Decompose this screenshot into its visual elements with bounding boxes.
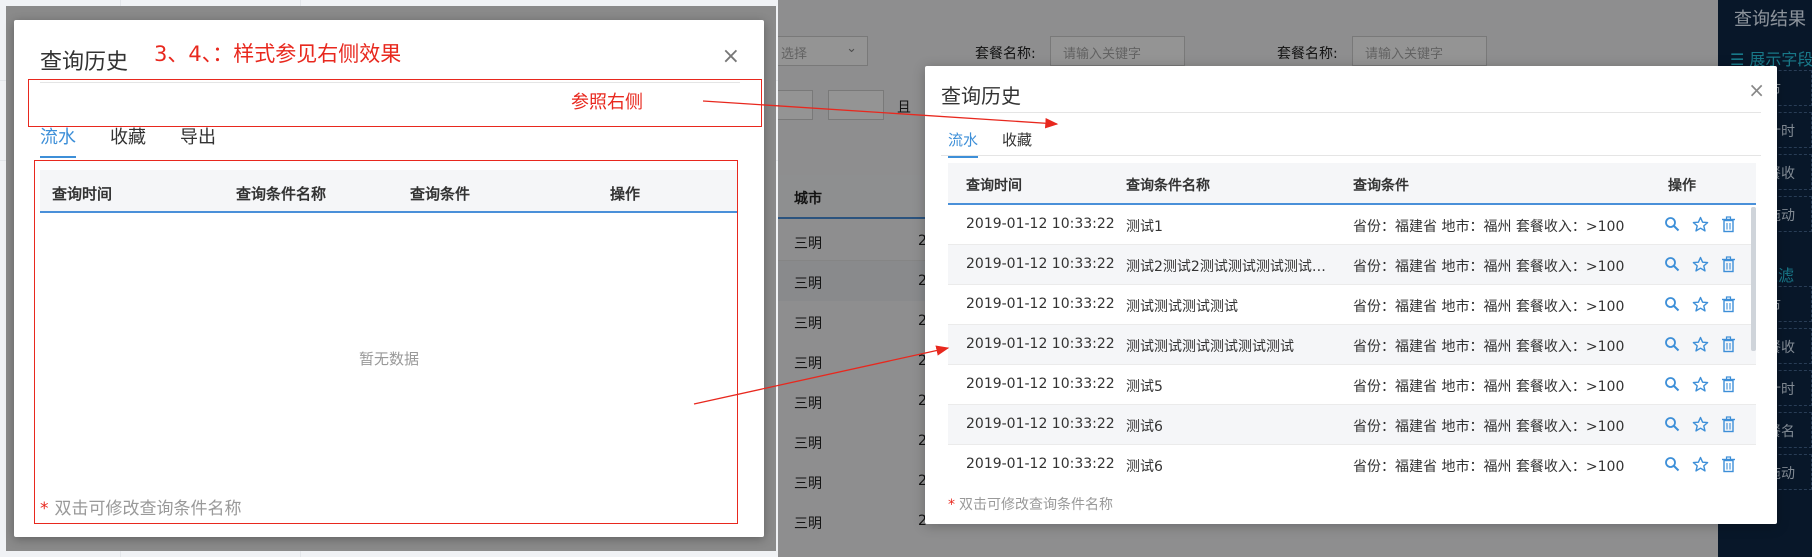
row-actions: [1663, 454, 1737, 474]
trash-icon[interactable]: [1719, 214, 1737, 234]
title-divider: [941, 112, 1761, 113]
trash-icon[interactable]: [1719, 374, 1737, 394]
cell-query-time: 2019-01-12 10:33:22: [966, 216, 1115, 232]
cell-query-name[interactable]: 测试测试测试测试: [1126, 296, 1336, 316]
tab-divider: [941, 155, 1761, 156]
table-row[interactable]: 2019-01-12 10:33:22 测试1 省份：福建省 地市：福州 套餐收入：…: [948, 205, 1756, 245]
row-actions: [1663, 414, 1737, 434]
scrollbar[interactable]: [1751, 207, 1756, 351]
star-icon[interactable]: [1691, 334, 1709, 354]
star-icon[interactable]: [1691, 294, 1709, 314]
cell-query-name[interactable]: 测试1: [1126, 216, 1336, 236]
table-row[interactable]: 2019-01-12 10:33:22 测试5 省份：福建省 地市：福州 套餐收入：…: [948, 365, 1756, 405]
tab-flow[interactable]: 流水: [948, 129, 979, 158]
cell-query-name[interactable]: 测试测试测试测试测试测试: [1126, 336, 1336, 356]
cell-query-time: 2019-01-12 10:33:22: [966, 256, 1115, 272]
annotation-box-table: [34, 160, 738, 524]
star-icon[interactable]: [1691, 374, 1709, 394]
close-icon[interactable]: ×: [722, 46, 740, 68]
search-icon[interactable]: [1663, 214, 1681, 234]
modal-title: 查询历史: [40, 50, 129, 75]
required-star: *: [948, 497, 955, 513]
column-header-actions: 操作: [1668, 178, 1696, 194]
cell-query-condition: 省份：福建省 地市：福州 套餐收入：>100: [1353, 339, 1625, 355]
table-row[interactable]: 2019-01-12 10:33:22 测试6 省份：福建省 地市：福州 套餐收入：…: [948, 445, 1756, 483]
row-actions: [1663, 374, 1737, 394]
star-icon[interactable]: [1691, 414, 1709, 434]
cell-query-time: 2019-01-12 10:33:22: [966, 416, 1115, 432]
cell-query-condition: 省份：福建省 地市：福州 套餐收入：>100: [1353, 259, 1625, 275]
table-row[interactable]: 2019-01-12 10:33:22 测试测试测试测试测试测试 省份：福建省 地市…: [948, 325, 1756, 365]
star-icon[interactable]: [1691, 214, 1709, 234]
history-table: 查询时间 查询条件名称 查询条件 操作 2019-01-12 10:33:22 测…: [948, 163, 1756, 483]
tab-export[interactable]: 导出: [180, 123, 216, 158]
cell-query-condition: 省份：福建省 地市：福州 套餐收入：>100: [1353, 219, 1625, 235]
cell-query-time: 2019-01-12 10:33:22: [966, 296, 1115, 312]
cell-query-name[interactable]: 测试2测试2测试测试测试测试测试: [1126, 256, 1336, 276]
search-icon[interactable]: [1663, 374, 1681, 394]
cell-query-time: 2019-01-12 10:33:22: [966, 336, 1115, 352]
left-mockup-pane: 查询历史 × 流水 收藏 导出 查询时间 查询条件名称 查询条件 操作 暂无数据…: [0, 0, 778, 557]
column-header-name: 查询条件名称: [1126, 178, 1210, 194]
trash-icon[interactable]: [1719, 454, 1737, 474]
screenshot-stage: 查询历史 × 流水 收藏 导出 查询时间 查询条件名称 查询条件 操作 暂无数据…: [0, 0, 1812, 557]
star-icon[interactable]: [1691, 254, 1709, 274]
search-icon[interactable]: [1663, 294, 1681, 314]
row-actions: [1663, 334, 1737, 354]
annotation-box-header: [28, 79, 762, 127]
tab-bar: 流水 收藏 导出: [40, 123, 216, 158]
trash-icon[interactable]: [1719, 334, 1737, 354]
search-icon[interactable]: [1663, 454, 1681, 474]
cell-query-condition: 省份：福建省 地市：福州 套餐收入：>100: [1353, 379, 1625, 395]
hint-text: 双击可修改查询条件名称: [959, 497, 1113, 513]
tab-flow[interactable]: 流水: [40, 123, 76, 158]
column-header-condition: 查询条件: [1353, 178, 1409, 194]
close-icon[interactable]: ×: [1748, 80, 1765, 100]
search-icon[interactable]: [1663, 254, 1681, 274]
tab-favorites[interactable]: 收藏: [110, 123, 146, 158]
cell-query-name[interactable]: 测试6: [1126, 416, 1336, 436]
search-icon[interactable]: [1663, 334, 1681, 354]
cell-query-time: 2019-01-12 10:33:22: [966, 376, 1115, 392]
tab-favorites[interactable]: 收藏: [1002, 129, 1032, 158]
cell-query-name[interactable]: 测试6: [1126, 456, 1336, 476]
table-row[interactable]: 2019-01-12 10:33:22 测试测试测试测试 省份：福建省 地市：福州 …: [948, 285, 1756, 325]
annotation-style-note: 3、4、：样式参见右侧效果: [154, 42, 402, 66]
edit-hint: * 双击可修改查询条件名称: [948, 494, 1113, 514]
query-history-modal: 查询历史 × 流水 收藏 查询时间 查询条件名称 查询条件 操作 2019-01…: [925, 66, 1777, 524]
cell-query-condition: 省份：福建省 地市：福州 套餐收入：>100: [1353, 419, 1625, 435]
trash-icon[interactable]: [1719, 294, 1737, 314]
row-actions: [1663, 254, 1737, 274]
table-header: 查询时间 查询条件名称 查询条件 操作: [948, 163, 1756, 205]
cell-query-condition: 省份：福建省 地市：福州 套餐收入：>100: [1353, 459, 1625, 475]
trash-icon[interactable]: [1719, 254, 1737, 274]
tab-bar: 流水 收藏: [948, 129, 1032, 158]
trash-icon[interactable]: [1719, 414, 1737, 434]
column-header-time: 查询时间: [966, 178, 1022, 194]
search-icon[interactable]: [1663, 414, 1681, 434]
table-row[interactable]: 2019-01-12 10:33:22 测试2测试2测试测试测试测试测试 省份：福建…: [948, 245, 1756, 285]
table-body[interactable]: 2019-01-12 10:33:22 测试1 省份：福建省 地市：福州 套餐收入：…: [948, 205, 1756, 483]
table-row[interactable]: 2019-01-12 10:33:22 测试6 省份：福建省 地市：福州 套餐收入：…: [948, 405, 1756, 445]
cell-query-condition: 省份：福建省 地市：福州 套餐收入：>100: [1353, 299, 1625, 315]
row-actions: [1663, 294, 1737, 314]
row-actions: [1663, 214, 1737, 234]
star-icon[interactable]: [1691, 454, 1709, 474]
cell-query-name[interactable]: 测试5: [1126, 376, 1336, 396]
cell-query-time: 2019-01-12 10:33:22: [966, 456, 1115, 472]
modal-title: 查询历史: [941, 84, 1021, 108]
